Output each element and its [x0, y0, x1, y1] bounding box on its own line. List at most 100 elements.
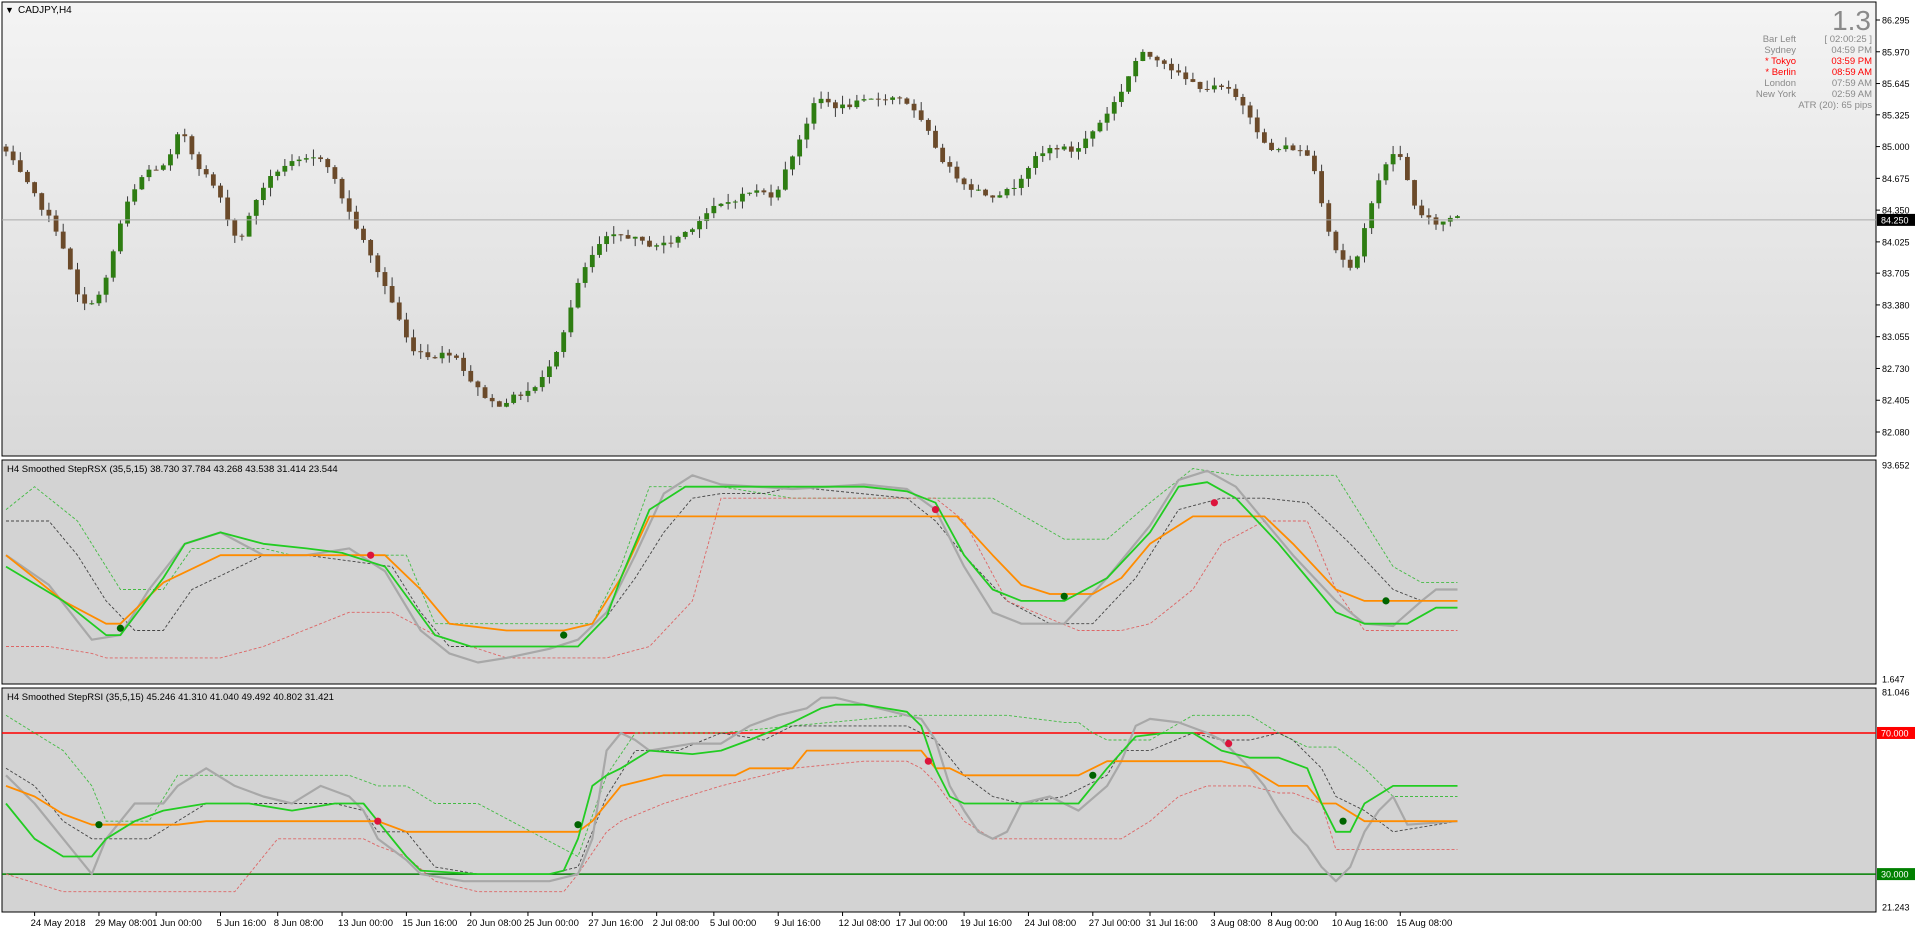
candle-body	[554, 351, 559, 367]
candle-body	[732, 201, 738, 203]
candle-body	[446, 352, 452, 356]
candle-body	[532, 387, 538, 391]
chart-canvas[interactable]: 86.29585.97085.64585.32585.00084.67584.3…	[0, 0, 1916, 933]
rsx-title: H4 Smoothed StepRSX (35,5,15) 38.730 37.…	[7, 464, 338, 475]
candle-body	[825, 98, 831, 103]
candle-body	[375, 255, 381, 273]
candle-body	[318, 157, 323, 160]
time-tick-label: 9 Jul 16:00	[774, 918, 820, 929]
candle-body	[196, 154, 202, 170]
candle-body	[1097, 122, 1103, 132]
candle-body	[976, 189, 981, 191]
candle-body	[203, 169, 209, 175]
price-tick-label: 85.645	[1882, 79, 1910, 89]
candle-body	[404, 319, 409, 338]
candle-body	[1190, 79, 1196, 82]
candle-body	[1083, 138, 1089, 149]
candle-body	[182, 134, 188, 137]
price-pane-bg[interactable]	[1, 1, 1877, 457]
candle-body	[225, 197, 231, 221]
candle-body	[468, 370, 474, 382]
candle-body	[75, 269, 80, 295]
collapse-icon[interactable]: ▼	[5, 5, 14, 15]
candle-body	[947, 162, 953, 167]
candle-body	[804, 123, 810, 140]
rsi-pane-bg[interactable]	[1, 687, 1877, 913]
candle-body	[682, 231, 688, 237]
candle-body	[883, 99, 888, 101]
candle-body	[67, 248, 73, 270]
candle-body	[1455, 216, 1460, 218]
chart-window[interactable]: 86.295 85.970 85.645 85.325 85.000 84.675 84.3…	[0, 0, 1916, 933]
rsx-pane-bg[interactable]	[1, 459, 1877, 685]
candle-body	[3, 146, 9, 152]
candle-body	[775, 189, 781, 198]
candle-body	[1269, 142, 1274, 150]
candle-body	[275, 171, 281, 177]
candle-body	[918, 110, 924, 120]
candle-body	[661, 242, 667, 246]
time-tick-label: 24 May 2018	[31, 918, 86, 929]
info-row-label: New York	[1756, 89, 1796, 100]
indicator-tick-label: 21.243	[1882, 903, 1910, 913]
candle-body	[475, 381, 481, 388]
candle-body	[1297, 150, 1303, 152]
candle-body	[539, 377, 545, 388]
candle-body	[1033, 156, 1038, 168]
price-tick-label: 82.730	[1882, 364, 1910, 374]
candle-body	[1390, 154, 1396, 165]
candle-body	[1219, 85, 1224, 87]
indicator-tick-label: 1.647	[1882, 675, 1905, 685]
candle-body	[1412, 180, 1417, 206]
signal-dot-bull	[1339, 817, 1347, 825]
candle-body	[296, 159, 302, 162]
candle-body	[325, 159, 331, 168]
candle-body	[961, 178, 967, 185]
candle-body	[232, 220, 238, 236]
time-tick-label: 8 Aug 00:00	[1268, 918, 1319, 929]
time-tick-label: 19 Jul 16:00	[960, 918, 1012, 929]
price-tick-label: 82.405	[1882, 396, 1910, 406]
candle-body	[547, 366, 552, 378]
price-tick-label: 86.295	[1882, 16, 1910, 26]
time-tick-label: 17 Jul 00:00	[896, 918, 948, 929]
signal-dot-bull	[1060, 592, 1068, 600]
candle-body	[461, 357, 466, 371]
candle-body	[153, 169, 159, 171]
candle-body	[1397, 154, 1403, 157]
candle-body	[625, 235, 631, 239]
time-tick-label: 24 Jul 08:00	[1024, 918, 1076, 929]
candle-body	[454, 355, 459, 358]
candle-body	[868, 98, 874, 100]
info-row-value: 07:59 AM	[1832, 78, 1872, 89]
candle-body	[854, 100, 860, 108]
candle-body	[339, 178, 345, 199]
candle-body	[1004, 188, 1010, 196]
candle-body	[797, 139, 803, 157]
candle-body	[1340, 250, 1346, 260]
candle-body	[511, 394, 517, 403]
candle-body	[175, 134, 180, 155]
candle-body	[210, 174, 216, 186]
candle-body	[811, 103, 817, 124]
candle-body	[575, 282, 581, 308]
candle-body	[990, 195, 996, 198]
candle-body	[761, 190, 767, 193]
candle-body	[282, 165, 288, 172]
candle-body	[725, 202, 731, 204]
candle-body	[1154, 56, 1160, 61]
candle-body	[518, 394, 524, 396]
candle-body	[96, 294, 102, 304]
candle-body	[89, 303, 95, 305]
price-tick-label: 84.675	[1882, 174, 1910, 184]
candle-body	[489, 397, 495, 402]
price-tick-label: 83.380	[1882, 300, 1910, 310]
candle-body	[311, 157, 316, 159]
candle-body	[983, 189, 988, 196]
candle-body	[1169, 63, 1174, 71]
candle-body	[60, 231, 66, 249]
signal-dot-bear	[1225, 739, 1233, 748]
indicator-tick-label: 93.652	[1882, 461, 1910, 471]
candle-body	[1326, 203, 1332, 232]
candle-body	[382, 272, 388, 287]
